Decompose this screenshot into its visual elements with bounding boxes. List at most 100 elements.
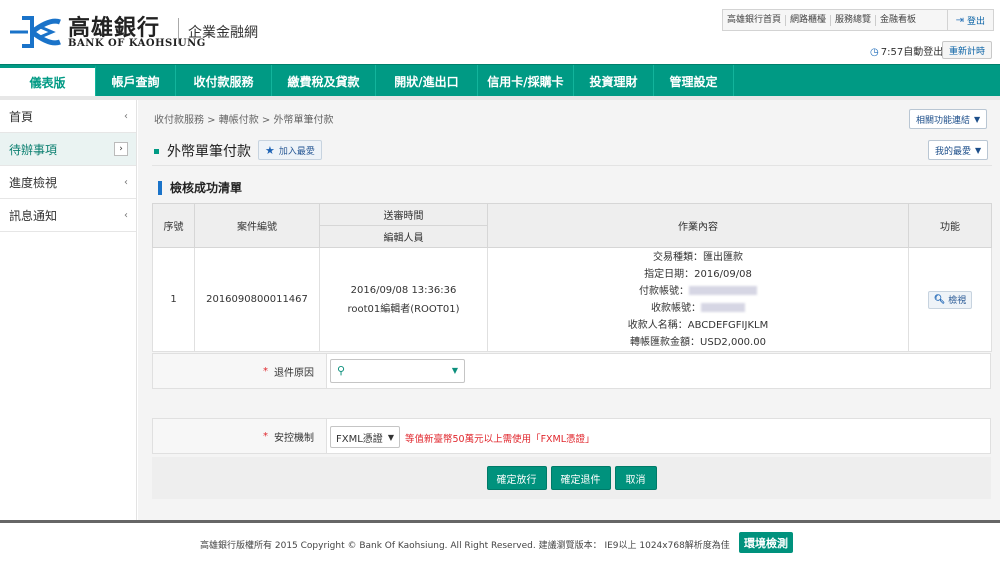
- top-links: 高雄銀行首頁 網路櫃檯 服務總覽 金融看板 ⇥ 登出: [722, 9, 994, 31]
- logout-label: 登出: [966, 16, 985, 27]
- detail-tx-type: 交易種類：匯出匯款: [653, 251, 743, 263]
- logo-divider: [178, 18, 179, 44]
- footer: 高雄銀行版權所有 2015 Copyright © Bank Of Kaohsi…: [0, 523, 1000, 564]
- cancel-button[interactable]: 取消: [614, 466, 657, 490]
- link-bank-home[interactable]: 高雄銀行首頁: [723, 14, 787, 26]
- detail-payee: 收款人名稱：ABCDEFGFIJKLM: [627, 319, 769, 331]
- security-label-text: 安控機制: [274, 432, 314, 444]
- clock-icon: ◷: [870, 47, 879, 58]
- link-online-counter[interactable]: 網路櫃檯: [786, 14, 832, 26]
- nav-credit-card[interactable]: 信用卡/採購卡: [478, 65, 574, 97]
- main-content: 收付款服務 > 轉帳付款 > 外幣單筆付款 相關功能連結 ▼ 外幣單筆付款 ★ 加入…: [138, 100, 1000, 520]
- caret-down-icon: ▼: [451, 366, 458, 375]
- security-select[interactable]: FXML憑證 ▼: [330, 426, 400, 448]
- section-title-text: 檢核成功清單: [170, 181, 243, 195]
- view-button[interactable]: 🔍︎ 檢視: [927, 290, 973, 309]
- cell-case-no: 2016090800011467: [194, 247, 320, 352]
- cell-details: 交易種類：匯出匯款 指定日期：2016/09/08 付款帳號： 收款帳號： 收款…: [487, 247, 909, 352]
- return-reason-text: 退件原因: [274, 367, 314, 379]
- header-case-no: 案件編號: [194, 203, 320, 248]
- system-name: 企業金融網: [188, 25, 258, 41]
- security-selected: FXML憑證: [336, 433, 383, 445]
- cell-action: 🔍︎ 檢視: [908, 247, 992, 352]
- sidebar-item-label: 首頁: [9, 109, 34, 124]
- required-mark: *: [263, 365, 268, 377]
- breadcrumb: 收付款服務 > 轉帳付款 > 外幣單筆付款: [154, 115, 334, 126]
- return-reason-row: * 退件原因 ⚲ ▼: [152, 353, 991, 389]
- title-divider: [152, 165, 992, 166]
- sidebar-item-todo[interactable]: 待辦事項 ›: [0, 133, 136, 166]
- add-favorite-button[interactable]: ★ 加入最愛: [258, 140, 322, 160]
- header-content: 作業內容: [487, 203, 909, 248]
- caret-down-icon: ▼: [387, 433, 394, 442]
- sidebar-item-label: 進度檢視: [9, 175, 58, 190]
- security-label: * 安控機制: [153, 419, 327, 453]
- environment-check-button[interactable]: 環境檢測: [739, 532, 793, 553]
- related-links-dropdown[interactable]: 相關功能連結 ▼: [909, 109, 988, 129]
- table-row: 1 2016090800011467 2016/09/08 13:36:36 r…: [152, 247, 992, 352]
- nav-tax-loan[interactable]: 繳費稅及貸款: [272, 65, 376, 97]
- bank-logo[interactable]: [8, 12, 68, 52]
- pay-acct-label: 付款帳號：: [639, 285, 689, 297]
- section-title-bar: [158, 180, 162, 195]
- link-finance-board[interactable]: 金融看板: [876, 15, 920, 26]
- view-label: 檢視: [948, 296, 967, 306]
- nav-lc-import-export[interactable]: 開狀/進出口: [376, 65, 478, 97]
- header-action: 功能: [908, 203, 992, 248]
- nav-dashboard[interactable]: 儀表版: [0, 65, 96, 97]
- masked-value: [689, 286, 757, 295]
- chevron-left-icon: ‹: [124, 110, 128, 122]
- logout-icon: ⇥: [955, 14, 964, 26]
- caret-down-icon: ▼: [975, 145, 982, 155]
- link-service-overview[interactable]: 服務總覽: [831, 14, 877, 26]
- related-links-label: 相關功能連結: [916, 115, 971, 126]
- star-icon: ★: [265, 143, 275, 157]
- cell-send-time-editor: 2016/09/08 13:36:36 root01編輯者(ROOT01): [319, 247, 488, 352]
- cell-seq: 1: [152, 247, 195, 352]
- send-time: 2016/09/08 13:36:36: [350, 284, 457, 296]
- return-reason-select[interactable]: ⚲ ▼: [330, 359, 465, 383]
- bank-name-en: BANK OF KAOHSIUNG: [68, 38, 206, 49]
- my-favorites-dropdown[interactable]: 我的最愛 ▼: [928, 140, 989, 160]
- masked-value: [701, 303, 745, 312]
- header-seq: 序號: [152, 203, 195, 248]
- recv-acct-label: 收款帳號：: [651, 302, 701, 314]
- sidebar-item-messages[interactable]: 訊息通知 ‹: [0, 199, 136, 232]
- logout-button[interactable]: ⇥ 登出: [946, 10, 993, 30]
- caret-down-icon: ▼: [974, 114, 981, 124]
- detail-amount: 轉帳匯款金額：USD2,000.00: [630, 336, 766, 348]
- search-icon: 🔍︎: [933, 294, 946, 305]
- nav-investment[interactable]: 投資理財: [574, 65, 654, 97]
- nav-management[interactable]: 管理設定: [654, 65, 734, 97]
- sidebar: 首頁 ‹ 待辦事項 › 進度檢視 ‹ 訊息通知 ‹: [0, 100, 137, 520]
- detail-date: 指定日期：2016/09/08: [644, 268, 752, 280]
- chevron-right-icon: ›: [114, 142, 128, 156]
- confirm-release-button[interactable]: 確定放行: [486, 466, 547, 490]
- detail-pay-acct: 付款帳號：: [492, 283, 904, 300]
- sidebar-item-label: 訊息通知: [9, 208, 58, 223]
- nav-payment-service[interactable]: 收付款服務: [176, 65, 272, 97]
- verified-list-table: 序號 案件編號 送審時間 作業內容 功能 編輯人員 1 201609080001…: [152, 203, 992, 352]
- page-title: 外幣單筆付款: [154, 141, 251, 161]
- security-row: * 安控機制 FXML憑證 ▼ 等值新臺幣50萬元以上需使用「FXML憑證」: [152, 418, 991, 454]
- nav-account-inquiry[interactable]: 帳戶查詢: [96, 65, 176, 97]
- chevron-left-icon: ‹: [124, 209, 128, 221]
- required-mark: *: [263, 430, 268, 442]
- confirm-return-button[interactable]: 確定退件: [550, 466, 611, 490]
- session-timer: ◷ 7:57自動登出: [870, 43, 943, 58]
- header: 高雄銀行 BANK OF KAOHSIUNG 企業金融網 高雄銀行首頁 網路櫃檯…: [0, 0, 1000, 64]
- detail-recv-acct: 收款帳號：: [492, 300, 904, 317]
- reset-timer-button[interactable]: 重新計時: [942, 41, 992, 59]
- add-favorite-label: 加入最愛: [278, 146, 315, 157]
- countdown-text: 7:57自動登出: [880, 47, 944, 58]
- sidebar-item-label: 待辦事項: [9, 142, 58, 157]
- chevron-left-icon: ‹: [124, 176, 128, 188]
- page-title-text: 外幣單筆付款: [167, 144, 251, 160]
- copyright-text: 高雄銀行版權所有 2015 Copyright © Bank Of Kaohsi…: [200, 541, 730, 551]
- action-bar: 確定放行 確定退件 取消: [152, 457, 991, 499]
- sidebar-item-home[interactable]: 首頁 ‹: [0, 100, 136, 133]
- title-bullet: [154, 148, 159, 154]
- security-warning: 等值新臺幣50萬元以上需使用「FXML憑證」: [405, 434, 595, 445]
- sidebar-item-progress[interactable]: 進度檢視 ‹: [0, 166, 136, 199]
- section-title: 檢核成功清單: [158, 179, 242, 196]
